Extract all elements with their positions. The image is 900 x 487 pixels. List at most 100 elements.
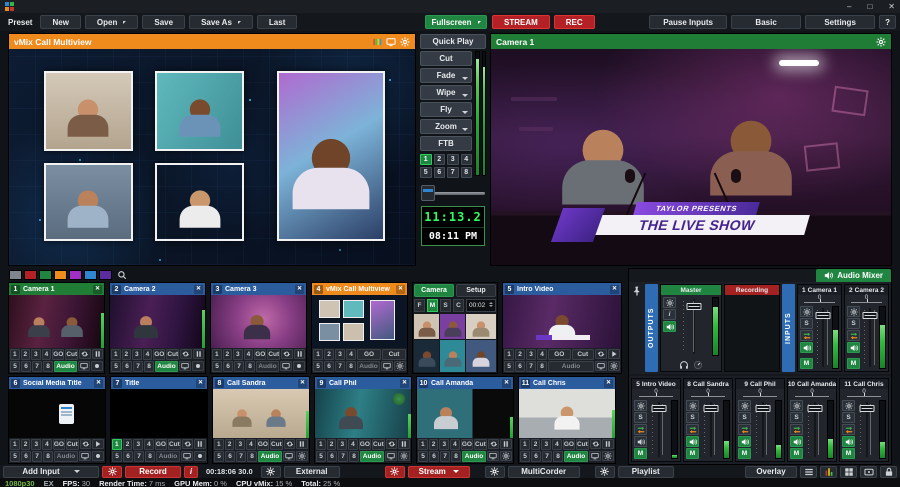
mute-button[interactable] [634,436,647,447]
go-button[interactable]: GO [563,439,575,450]
multiview-grid-icon[interactable] [840,466,857,478]
input-header[interactable]: 11Call Chris✕ [519,377,615,389]
pan-control[interactable]: 0 [632,389,680,398]
filter-color-swatch[interactable] [24,270,37,280]
overlay-3-button[interactable]: 3 [132,349,142,360]
menu-icon[interactable] [800,466,817,478]
audio-settings-button[interactable] [790,400,803,411]
gear-icon[interactable] [876,37,886,47]
solo-button[interactable]: S [634,412,647,423]
overlay-3-button[interactable]: 3 [31,349,41,360]
bus-m-button[interactable]: M [686,448,699,459]
input-thumbnail[interactable] [211,295,306,348]
overlay-5-button[interactable]: 5 [111,361,121,372]
audio-button[interactable]: Audio [54,451,78,462]
audio-mixer-tab[interactable]: Audio Mixer [816,269,891,282]
audio-button[interactable]: Audio [54,361,77,372]
fullscreen-monitor-icon[interactable] [78,361,90,371]
solo-button[interactable]: S [800,318,813,329]
fullscreen-button[interactable]: Fullscreen [425,15,487,29]
preview-monitor[interactable] [9,49,415,265]
input-4-vmix-call-multiview[interactable]: 4vMix Call Multiview✕1234GOCut5678Audio [311,282,408,374]
go-button[interactable]: GO [53,439,65,450]
pan-control[interactable]: 0 [684,389,732,398]
solo-button[interactable]: S [842,412,855,423]
overlay-button[interactable]: Overlay [745,466,797,478]
fader-handle[interactable] [808,405,823,412]
transition-fly-button[interactable]: Fly [420,102,472,117]
overlay-4-button[interactable]: 4 [42,349,52,360]
overlay-7-button[interactable]: 7 [32,361,42,372]
routing-button[interactable] [686,424,699,435]
overlay-1-button[interactable]: 1 [111,349,121,360]
loop-icon[interactable] [595,349,607,359]
overlay-1-button[interactable]: 1 [10,349,20,360]
solo-button[interactable]: S [847,318,860,329]
chevron-down-icon[interactable] [462,128,468,134]
stream-indicator[interactable]: STREAM [492,15,550,29]
call-duration-spinner[interactable]: 00:02 [466,299,496,312]
colorbars-icon[interactable] [372,37,382,47]
input-thumbnail[interactable] [417,389,513,438]
overlay-1-button[interactable]: 1 [214,439,224,450]
routing-button[interactable] [790,424,803,435]
overlay-2-button[interactable]: 2 [223,349,233,360]
input-header[interactable]: 7Title✕ [111,377,207,389]
volume-fader[interactable] [701,402,721,457]
mute-button[interactable] [686,436,699,447]
loop-icon[interactable] [180,349,191,359]
routing-button[interactable] [842,424,855,435]
go-button[interactable]: GO [257,439,269,450]
overlay-5-button[interactable]: 5 [112,451,122,462]
audio-settings-button[interactable] [847,306,860,317]
input-header[interactable]: 4vMix Call Multiview✕ [312,283,407,295]
overlay-2-button[interactable]: 2 [123,439,133,450]
gear-icon[interactable] [394,361,406,371]
overlay-6-button[interactable]: 6 [223,361,233,372]
audio-settings-button[interactable] [800,306,813,317]
audio-settings-button[interactable] [634,400,647,411]
pause-icon[interactable] [602,439,614,449]
go-button[interactable]: GO [461,439,473,450]
input-thumbnail[interactable] [213,389,309,438]
overlay-3-button[interactable]: 3 [233,349,243,360]
call-camera-button[interactable]: Camera [414,284,454,297]
fader-handle[interactable] [756,405,771,412]
overlay-8-button[interactable]: 8 [247,451,257,462]
solo-button[interactable]: S [790,412,803,423]
overlay-8-button[interactable]: 8 [43,451,53,462]
bus-m-button[interactable]: M [847,358,860,369]
routing-button[interactable] [738,424,751,435]
overlay-8-button[interactable]: 8 [346,361,356,372]
filter-color-swatch[interactable] [69,270,82,280]
input-header[interactable]: 10Call Amanda✕ [417,377,513,389]
go-button[interactable]: GO [548,349,571,360]
transition-preset-4[interactable]: 4 [461,154,473,165]
input-11-call-chris[interactable]: 11Call Chris✕1234GOCut5678Audio [518,376,616,464]
overlay-4-button[interactable]: 4 [246,439,256,450]
play-icon[interactable] [608,349,620,359]
chevron-down-icon[interactable] [462,111,468,117]
overlay-6-button[interactable]: 6 [324,361,334,372]
solo-button[interactable]: S [738,412,751,423]
input-header[interactable]: 6Social Media Title✕ [9,377,105,389]
overlay-6-button[interactable]: 6 [225,451,235,462]
filter-color-swatch[interactable] [54,270,67,280]
audio-button[interactable]: Audio [360,451,384,462]
pan-control[interactable]: 0 [788,389,836,398]
volume-fader[interactable] [678,299,710,354]
overlay-5-button[interactable]: 5 [504,361,514,372]
record-dot-icon[interactable] [293,361,305,371]
overlay-6-button[interactable]: 6 [123,451,133,462]
overlay-6-button[interactable]: 6 [21,361,31,372]
overlay-8-button[interactable]: 8 [145,451,155,462]
external-button[interactable]: External [284,466,340,478]
overlay-8-button[interactable]: 8 [537,361,547,372]
audio-button[interactable]: Audio [256,361,279,372]
overlay-5-button[interactable]: 5 [418,451,428,462]
loop-icon[interactable] [488,439,500,449]
pause-icon[interactable] [294,349,305,359]
go-button[interactable]: GO [52,349,64,360]
overlay-4-button[interactable]: 4 [143,349,153,360]
volume-fader[interactable] [862,308,877,367]
